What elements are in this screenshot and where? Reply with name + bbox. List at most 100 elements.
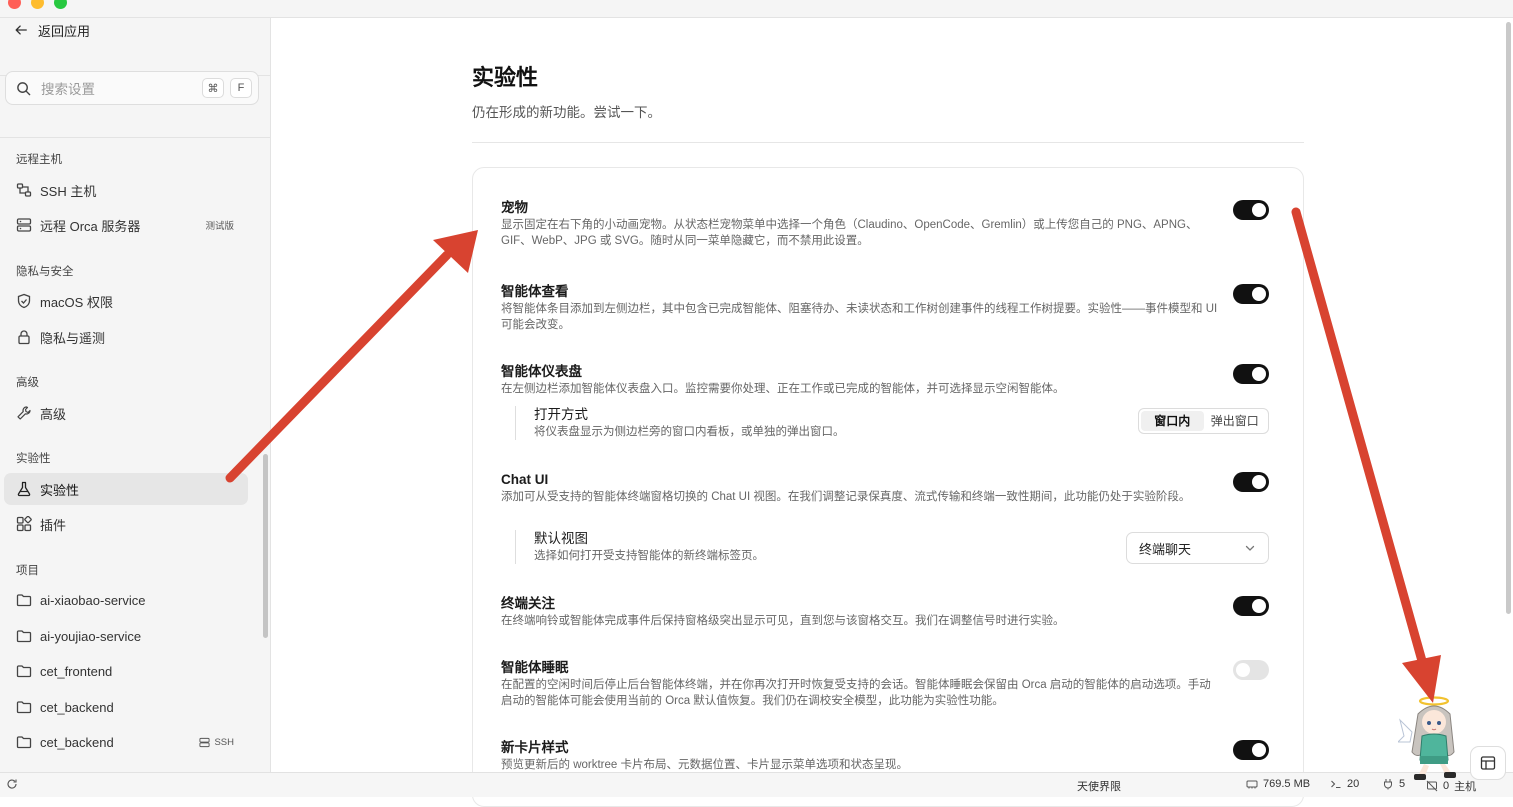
search-placeholder: 搜索设置 bbox=[41, 82, 95, 97]
setting-description: 选择如何打开受支持智能体的新终端标签页。 bbox=[534, 550, 764, 562]
sidebar-item-label: 高级 bbox=[40, 406, 67, 422]
setting-description: 显示固定在右下角的小动画宠物。从状态栏宠物菜单中选择一个角色（Claudino、… bbox=[501, 219, 1198, 247]
section-projects: 项目 bbox=[16, 565, 39, 577]
minimize-window-button[interactable] bbox=[31, 0, 44, 9]
agent-sleep-toggle[interactable] bbox=[1233, 660, 1269, 680]
puzzle-grid-icon bbox=[16, 516, 32, 532]
setting-chat-ui: Chat UI 添加可从受支持的智能体终端窗格切换的 Chat UI 视图。在我… bbox=[501, 471, 1221, 505]
layout-toggle-button[interactable] bbox=[1470, 746, 1506, 780]
agent-dashboard-toggle[interactable] bbox=[1233, 364, 1269, 384]
setting-name: 打开方式 bbox=[534, 407, 588, 422]
terminal-focus-toggle[interactable] bbox=[1233, 596, 1269, 616]
setting-pet: 宠物 显示固定在右下角的小动画宠物。从状态栏宠物菜单中选择一个角色（Claudi… bbox=[501, 199, 1221, 249]
sidebar-item-remote-orca[interactable]: 远程 Orca 服务器 测试版 bbox=[4, 209, 248, 241]
sidebar-item-label: 隐私与遥测 bbox=[40, 330, 106, 346]
new-card-style-toggle[interactable] bbox=[1233, 740, 1269, 760]
beta-badge: 测试版 bbox=[205, 221, 234, 232]
layout-panel-icon bbox=[1480, 756, 1496, 770]
window-titlebar bbox=[0, 0, 1513, 18]
sidebar-item-label: 实验性 bbox=[40, 482, 80, 498]
setting-name: 终端关注 bbox=[501, 596, 555, 611]
settings-search-input[interactable]: 搜索设置 ⌘ F bbox=[5, 71, 259, 105]
project-name: ai-youjiao-service bbox=[40, 628, 142, 644]
open-mode-in-window-option[interactable]: 窗口内 bbox=[1141, 411, 1204, 431]
sidebar-project-item[interactable]: ai-xiaobao-service bbox=[4, 584, 248, 616]
setting-description: 将智能体条目添加到左侧边栏，其中包含已完成智能体、阻塞待办、未读状态和工作树创建… bbox=[501, 303, 1218, 331]
network-icon bbox=[16, 183, 32, 197]
open-mode-popup-option[interactable]: 弹出窗口 bbox=[1204, 411, 1267, 431]
sidebar-item-experimental[interactable]: 实验性 bbox=[4, 473, 248, 505]
sidebar-project-item[interactable]: cet_backend SSH bbox=[4, 726, 248, 758]
status-center-label[interactable]: 天使界限 bbox=[1077, 778, 1121, 794]
arrow-left-icon bbox=[15, 25, 27, 35]
status-bar: 天使界限 769.5 MB 20 5 0 主机 bbox=[0, 772, 1513, 797]
ssh-badge: SSH bbox=[199, 737, 234, 748]
open-mode-segmented-control: 窗口内 弹出窗口 bbox=[1138, 408, 1269, 434]
sidebar-item-macos-permissions[interactable]: macOS 权限 bbox=[4, 285, 248, 317]
memory-chip-icon bbox=[1246, 780, 1258, 789]
setting-name: 智能体仪表盘 bbox=[501, 364, 582, 379]
setting-default-view: 默认视图 选择如何打开受支持智能体的新终端标签页。 bbox=[515, 530, 764, 564]
refresh-icon[interactable] bbox=[6, 778, 18, 790]
memory-usage[interactable]: 769.5 MB bbox=[1246, 778, 1310, 790]
main-scrollbar[interactable] bbox=[1506, 22, 1511, 614]
default-view-select[interactable]: 终端聊天 bbox=[1126, 532, 1269, 564]
folder-icon bbox=[16, 665, 32, 678]
server-icon bbox=[16, 218, 32, 232]
zoom-window-button[interactable] bbox=[54, 0, 67, 9]
setting-agent-dashboard: 智能体仪表盘 在左侧边栏添加智能体仪表盘入口。监控需要你处理、正在工作或已完成的… bbox=[501, 363, 1221, 397]
title-divider bbox=[472, 142, 1304, 143]
shortcut-f-key: F bbox=[230, 78, 252, 98]
section-remote-hosts: 远程主机 bbox=[16, 154, 62, 166]
terminal-prompt-icon bbox=[1331, 780, 1341, 789]
back-label: 返回应用 bbox=[38, 23, 91, 39]
back-to-app-link[interactable]: 返回应用 bbox=[14, 20, 90, 40]
default-view-value: 终端聊天 bbox=[1139, 541, 1192, 557]
flask-icon bbox=[17, 481, 31, 497]
shortcut-command-key: ⌘ bbox=[202, 78, 224, 98]
ssh-badge-label: SSH bbox=[214, 736, 234, 748]
setting-name: Chat UI bbox=[501, 472, 549, 487]
project-name: cet_backend bbox=[40, 699, 114, 715]
setting-name: 智能体查看 bbox=[501, 284, 569, 299]
plug-icon bbox=[1384, 779, 1392, 790]
server-icon bbox=[199, 737, 210, 747]
sidebar-project-item[interactable]: cet_frontend bbox=[4, 655, 248, 687]
sidebar-item-plugins[interactable]: 插件 bbox=[4, 508, 248, 540]
sidebar-item-label: SSH 主机 bbox=[40, 183, 97, 199]
setting-name: 宠物 bbox=[501, 200, 528, 215]
pet-angel-character[interactable] bbox=[1398, 690, 1470, 785]
chat-ui-toggle[interactable] bbox=[1233, 472, 1269, 492]
sidebar-item-ssh-hosts[interactable]: SSH 主机 bbox=[4, 174, 248, 206]
chevron-down-icon bbox=[1245, 545, 1255, 551]
project-name: cet_frontend bbox=[40, 663, 113, 679]
terminal-count-value: 20 bbox=[1347, 778, 1360, 790]
terminal-count[interactable]: 20 bbox=[1330, 778, 1359, 790]
sidebar-item-label: 插件 bbox=[40, 517, 67, 533]
sidebar-project-item[interactable]: ai-youjiao-service bbox=[4, 620, 248, 652]
sidebar-item-privacy-telemetry[interactable]: 隐私与遥测 bbox=[4, 321, 248, 353]
search-icon bbox=[17, 81, 31, 95]
sidebar-project-item[interactable]: cet_backend bbox=[4, 691, 248, 723]
sidebar-scrollbar[interactable] bbox=[263, 454, 268, 638]
project-name: ai-xiaobao-service bbox=[40, 592, 146, 608]
setting-name: 新卡片样式 bbox=[501, 740, 569, 755]
page-subtitle: 仍在形成的新功能。尝试一下。 bbox=[472, 105, 661, 120]
sidebar-item-label: 远程 Orca 服务器 bbox=[40, 218, 141, 234]
close-window-button[interactable] bbox=[8, 0, 21, 9]
pet-toggle[interactable] bbox=[1233, 200, 1269, 220]
shield-check-icon bbox=[17, 293, 31, 309]
setting-terminal-focus: 终端关注 在终端响铃或智能体完成事件后保持窗格级突出显示可见，直到您与该窗格交互… bbox=[501, 595, 1221, 629]
setting-description: 在配置的空闲时间后停止后台智能体终端，并在你再次打开时恢复受支持的会话。智能体睡… bbox=[501, 679, 1211, 707]
sidebar-item-advanced[interactable]: 高级 bbox=[4, 397, 248, 429]
lock-icon bbox=[18, 330, 30, 345]
setting-description: 在终端响铃或智能体完成事件后保持窗格级突出显示可见，直到您与该窗格交互。我们在调… bbox=[501, 615, 1065, 627]
setting-new-card-style: 新卡片样式 预览更新后的 worktree 卡片布局、元数据位置、卡片显示菜单选… bbox=[501, 739, 1221, 773]
agent-view-toggle[interactable] bbox=[1233, 284, 1269, 304]
setting-name: 智能体睡眠 bbox=[501, 660, 569, 675]
sidebar-divider bbox=[0, 137, 271, 138]
setting-description: 预览更新后的 worktree 卡片布局、元数据位置、卡片显示菜单选项和状态呈现… bbox=[501, 759, 908, 771]
setting-agent-sleep: 智能体睡眠 在配置的空闲时间后停止后台智能体终端，并在你再次打开时恢复受支持的会… bbox=[501, 659, 1221, 709]
setting-description: 在左侧边栏添加智能体仪表盘入口。监控需要你处理、正在工作或已完成的智能体，并可选… bbox=[501, 383, 1065, 395]
wrench-icon bbox=[17, 406, 31, 420]
